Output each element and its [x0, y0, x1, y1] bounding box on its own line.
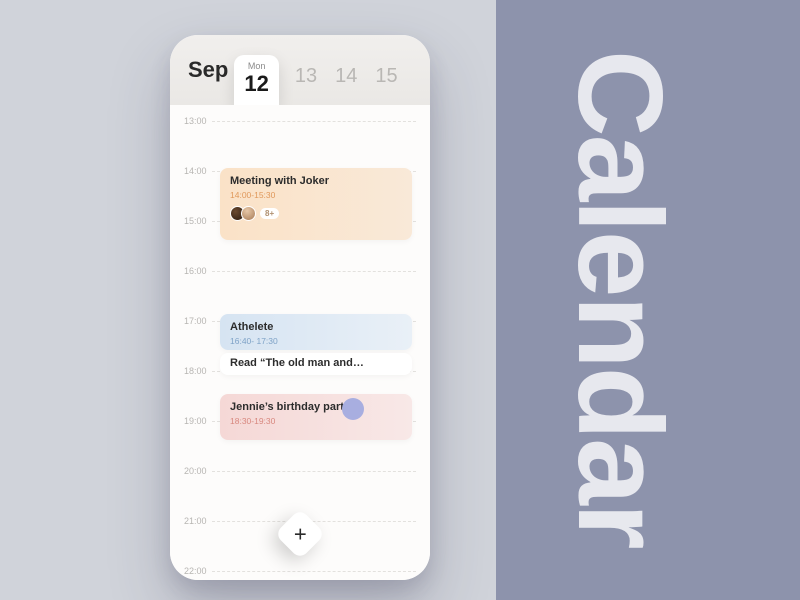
selected-day-number: 12	[244, 73, 268, 95]
hour-label: 14:00	[184, 166, 212, 176]
hour-label: 17:00	[184, 316, 212, 326]
hour-label: 16:00	[184, 266, 212, 276]
event-avatars: 8+	[230, 206, 402, 221]
event-time: 14:00-15:30	[230, 190, 402, 200]
avatar-icon	[241, 206, 256, 221]
event-time: 16:40- 17:30	[230, 336, 402, 346]
event-title: Jennie’s birthday party	[230, 401, 402, 413]
event-title: Athelete	[230, 321, 402, 333]
hour-label: 13:00	[184, 116, 212, 126]
day-13[interactable]: 13	[295, 65, 317, 88]
hour-label: 19:00	[184, 416, 212, 426]
hour-line	[212, 121, 416, 122]
hour-label: 22:00	[184, 566, 212, 576]
hour-label: 20:00	[184, 466, 212, 476]
plus-icon: +	[294, 523, 307, 545]
hour-line	[212, 471, 416, 472]
event-meeting[interactable]: Meeting with Joker 14:00-15:30 8+	[220, 168, 412, 240]
page-title-decor: Calendar	[560, 50, 680, 548]
hour-line	[212, 571, 416, 572]
indicator-dot	[342, 398, 364, 420]
event-time: 18:30-19:30	[230, 416, 402, 426]
avatar-more-badge: 8+	[260, 208, 279, 219]
hour-line	[212, 271, 416, 272]
selected-day-weekday: Mon	[248, 61, 266, 71]
other-days: 13 14 15	[295, 65, 398, 88]
day-15[interactable]: 15	[375, 65, 397, 88]
hour-label: 15:00	[184, 216, 212, 226]
event-title: Read “The old man and…	[230, 357, 402, 369]
phone-frame: Sep Mon 12 13 14 15 13:00 14:00 15:00 16…	[170, 35, 430, 580]
day-14[interactable]: 14	[335, 65, 357, 88]
hour-label: 21:00	[184, 516, 212, 526]
selected-day-chip[interactable]: Mon 12	[234, 55, 278, 105]
add-event-button[interactable]: +	[275, 509, 326, 560]
event-title: Meeting with Joker	[230, 175, 402, 187]
calendar-header: Sep Mon 12 13 14 15	[170, 35, 430, 105]
event-read[interactable]: Read “The old man and…	[220, 353, 412, 375]
hour-label: 18:00	[184, 366, 212, 376]
timeline[interactable]: 13:00 14:00 15:00 16:00 17:00 18:00 19:0…	[170, 105, 430, 580]
event-athlete[interactable]: Athelete 16:40- 17:30	[220, 314, 412, 350]
event-birthday[interactable]: Jennie’s birthday party 18:30-19:30	[220, 394, 412, 440]
month-label: Sep	[188, 57, 228, 83]
